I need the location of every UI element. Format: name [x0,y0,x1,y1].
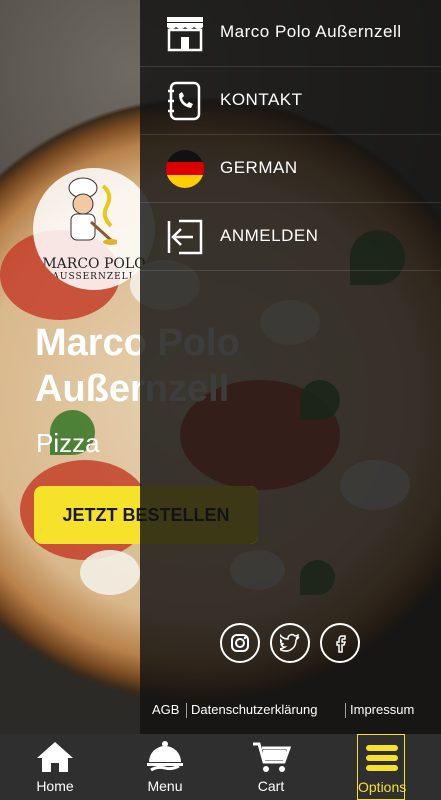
login-icon [167,219,203,255]
tab-label: Cart [257,778,285,794]
order-now-button[interactable]: JETZT BESTELLEN [34,486,258,544]
drawer-item-language[interactable]: GERMAN [140,136,441,203]
hamburger-icon [366,745,398,771]
tab-label: Menu [147,778,183,794]
chef-illustration [68,177,117,245]
facebook-link[interactable] [320,623,360,663]
divider [345,703,346,718]
twitter-link[interactable] [270,623,310,663]
logo-location: AUSSERNZELL [52,272,136,282]
tab-label: Home [36,778,74,794]
tab-cart[interactable]: Cart [236,734,306,800]
agb-link[interactable]: AGB [152,702,179,717]
drawer-item-contact[interactable]: KONTAKT [140,68,441,135]
tab-home[interactable]: Home [20,734,90,800]
drawer-item-label: GERMAN [220,158,298,177]
cart-icon [253,742,291,772]
drawer-item-restaurant[interactable]: Marco Polo Außernzell [140,0,441,67]
drawer-item-label: ANMELDEN [220,226,319,245]
drawer-item-label: KONTAKT [220,90,303,109]
tab-options[interactable]: Options [357,734,407,800]
tab-menu[interactable]: Menu [130,734,200,800]
store-icon [167,17,203,52]
imprint-link[interactable]: Impressum [350,702,414,717]
restaurant-logo: MARCO POLO AUSSERNZELL [33,168,155,290]
drawer-item-label: Marco Polo Außernzell [220,22,402,41]
drawer-item-login[interactable]: ANMELDEN [140,204,441,271]
bottom-navigation: Home Menu Cart Options [0,734,441,800]
german-flag-icon [166,150,204,188]
privacy-link[interactable]: Datenschutzerklärung [191,702,317,717]
logo-name: MARCO POLO [42,256,146,272]
divider [186,703,187,718]
instagram-icon [231,634,249,652]
instagram-link[interactable] [220,623,260,663]
twitter-icon [280,633,300,652]
phone-book-icon [168,81,201,121]
facebook-icon [336,635,347,653]
tab-label: Options [358,779,407,795]
home-icon [37,742,73,772]
legal-links: AGB Datenschutzerklärung Impressum [150,700,441,722]
cloche-icon [147,741,183,772]
restaurant-category: Pizza [36,428,100,458]
